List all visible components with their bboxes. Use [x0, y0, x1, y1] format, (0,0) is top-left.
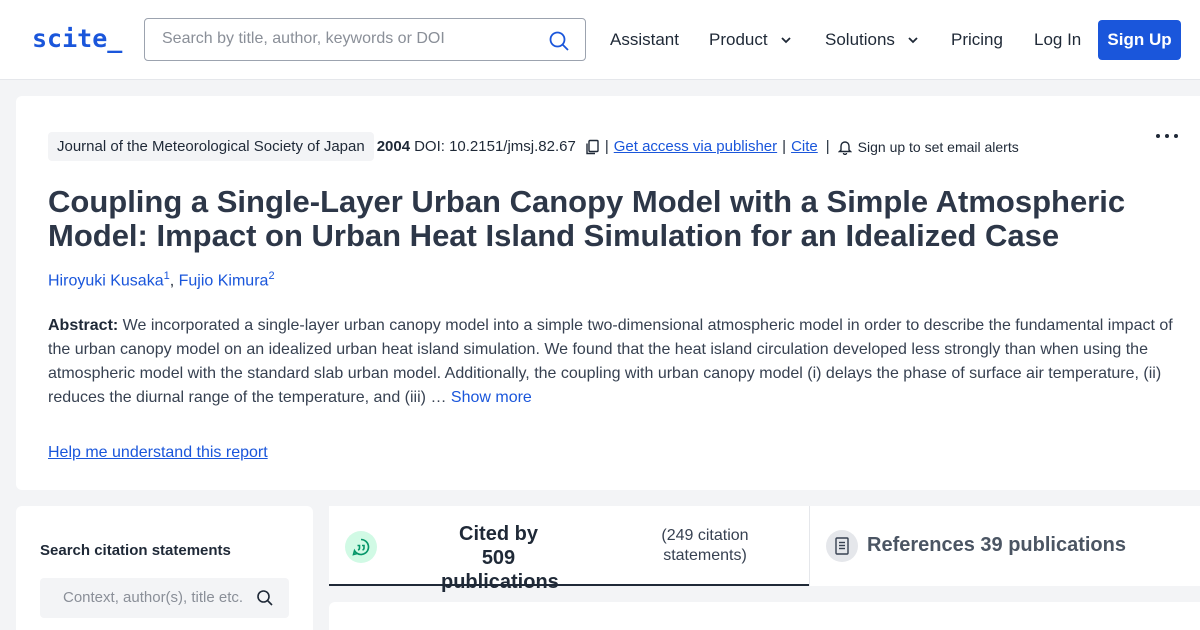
- signup-button[interactable]: Sign Up: [1098, 20, 1181, 60]
- separator: |: [825, 138, 830, 155]
- login-link[interactable]: Log In: [1034, 30, 1081, 50]
- separator: |: [782, 138, 787, 155]
- search-icon[interactable]: [256, 589, 274, 607]
- cite-link[interactable]: Cite: [791, 138, 818, 155]
- help-understand-link[interactable]: Help me understand this report: [48, 444, 268, 462]
- doi-text: DOI: 10.2151/jmsj.82.67: [414, 138, 576, 155]
- dot: [1174, 134, 1178, 138]
- chevron-down-icon: [780, 37, 791, 44]
- chevron-down-icon: [908, 37, 918, 44]
- author-link[interactable]: Hiroyuki Kusaka: [48, 272, 164, 289]
- nav-product[interactable]: Product: [709, 30, 792, 50]
- citation-results-panel: [329, 602, 1200, 630]
- document-icon: [826, 530, 858, 562]
- nav-pricing[interactable]: Pricing: [951, 30, 1003, 50]
- show-more-link[interactable]: Show more: [451, 389, 532, 406]
- citation-search-input[interactable]: [63, 589, 253, 606]
- copy-icon[interactable]: [584, 139, 600, 155]
- dot: [1156, 134, 1160, 138]
- nav-assistant-label: Assistant: [610, 30, 679, 49]
- get-access-link[interactable]: Get access via publisher: [614, 138, 777, 155]
- abstract-label: Abstract:: [48, 317, 119, 334]
- abstract: Abstract: We incorporated a single-layer…: [48, 314, 1173, 410]
- nav-solutions[interactable]: Solutions: [825, 30, 919, 50]
- dot: [1165, 134, 1169, 138]
- top-navigation-bar: scite_ Assistant Product Solutions Prici…: [0, 0, 1200, 80]
- paper-meta-row: Journal of the Meteorological Society of…: [48, 132, 1019, 161]
- main-search-input[interactable]: [162, 30, 542, 48]
- more-options-icon[interactable]: [1156, 126, 1182, 146]
- quote-bubble-icon: [345, 531, 377, 563]
- citation-statements-count: (249 citation statements): [661, 527, 749, 564]
- nav-product-label: Product: [709, 30, 768, 49]
- citation-search-box[interactable]: [40, 578, 289, 618]
- cited-by-count: Cited by 509 publications: [441, 523, 559, 593]
- paper-summary-card: Journal of the Meteorological Society of…: [16, 96, 1200, 490]
- login-label: Log In: [1034, 30, 1082, 49]
- tab-references[interactable]: References 39 publications: [809, 506, 1200, 586]
- references-count: References 39 publications: [867, 534, 1126, 556]
- author-list: Hiroyuki Kusaka1, Fujio Kimura2: [48, 270, 275, 290]
- abstract-text: We incorporated a single-layer urban can…: [48, 317, 1173, 406]
- publication-year: 2004: [376, 138, 411, 155]
- citation-search-panel: Search citation statements: [16, 506, 313, 630]
- email-alert-link[interactable]: Sign up to set email alerts: [858, 139, 1019, 155]
- scite-logo[interactable]: scite_: [32, 24, 122, 53]
- paper-title: Coupling a Single-Layer Urban Canopy Mod…: [48, 184, 1126, 253]
- author-separator: ,: [169, 272, 179, 290]
- main-search-box[interactable]: [144, 18, 586, 61]
- author-link[interactable]: Fujio Kimura: [179, 272, 269, 289]
- citation-tabs: Cited by 509 publications (249 citation …: [329, 506, 1200, 593]
- journal-chip[interactable]: Journal of the Meteorological Society of…: [48, 132, 374, 161]
- nav-assistant[interactable]: Assistant: [610, 30, 679, 50]
- tab-cited-by[interactable]: Cited by 509 publications (249 citation …: [329, 506, 809, 593]
- bell-icon[interactable]: [837, 139, 852, 155]
- separator: |: [604, 138, 609, 155]
- author-affiliation-number: 2: [268, 270, 275, 282]
- citation-search-title: Search citation statements: [40, 542, 231, 559]
- nav-solutions-label: Solutions: [825, 30, 895, 49]
- search-icon[interactable]: [547, 29, 571, 53]
- nav-pricing-label: Pricing: [951, 30, 1003, 49]
